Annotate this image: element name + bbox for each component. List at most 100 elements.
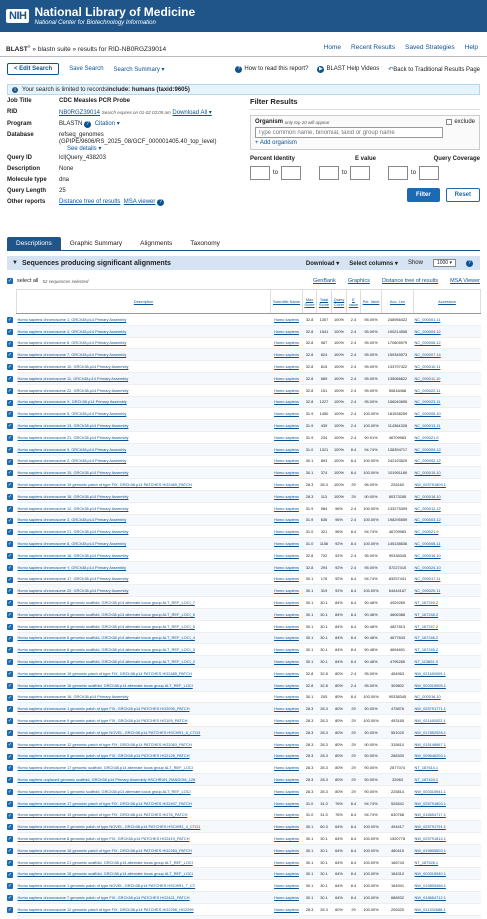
back-traditional-link[interactable]: ↶Back to Traditional Results Page — [388, 66, 480, 73]
distance-tree-link-2[interactable]: Distance tree of results — [382, 278, 438, 284]
qcov-to-input[interactable] — [419, 166, 440, 180]
organism-input[interactable] — [255, 127, 443, 138]
cell-accession[interactable]: NW_021160022.1 — [413, 714, 481, 727]
row-checkbox[interactable]: ✓ — [7, 482, 13, 489]
row-checkbox[interactable]: ✓ — [7, 576, 13, 583]
cell-scientific-name[interactable]: Homo sapiens — [270, 502, 303, 515]
cell-description[interactable]: Homo sapiens chromosome Y, GRCh38.p14 Pr… — [16, 561, 271, 574]
cell-scientific-name[interactable]: Homo sapiens — [270, 891, 303, 904]
table-row[interactable]: Homo sapiens chromosome 12 genomic patch… — [16, 738, 481, 751]
cell-accession[interactable]: NW_015148967.1 — [413, 738, 481, 751]
cell-description[interactable]: Homo sapiens chromosome 1 genomic patch … — [16, 702, 271, 716]
eval-from-input[interactable] — [319, 166, 340, 180]
col-header-total-score[interactable]: Total Score — [316, 289, 332, 314]
cell-accession[interactable]: NC_000016.10 — [413, 691, 481, 704]
table-row[interactable]: Homo sapiens chromosome 10, GRCh38.p14 P… — [16, 360, 481, 373]
cell-accession[interactable]: NT_167245.2 — [413, 643, 481, 657]
cell-accession[interactable]: NT_167246.2 — [413, 632, 481, 645]
table-row[interactable]: Homo sapiens chromosome 8 genomic patch … — [16, 832, 481, 845]
qcov-from-input[interactable] — [388, 166, 409, 180]
table-row[interactable]: Homo sapiens chromosome 21, GRCh38.p14 P… — [16, 525, 481, 539]
table-row[interactable]: Homo sapiens chromosome 20, GRCh38.p14 P… — [16, 584, 481, 598]
save-search-link[interactable]: Save Search — [69, 66, 103, 72]
cell-accession[interactable]: NC_000021.9 — [413, 525, 481, 539]
cell-description[interactable]: Homo sapiens chromosome 16, GRCh38.p14 P… — [16, 691, 271, 704]
cell-description[interactable]: Homo sapiens chromosome 6, GRCh38.p14 Pr… — [16, 337, 271, 350]
row-checkbox[interactable]: ✓ — [7, 446, 13, 453]
breadcrumb-blast[interactable]: BLAST — [6, 46, 28, 53]
col-header-scientific-name[interactable]: Scientific Name — [270, 289, 303, 314]
cell-scientific-name[interactable]: Homo sapiens — [270, 738, 303, 751]
see-details-link[interactable]: See details ▾ — [67, 146, 101, 152]
row-checkbox[interactable]: ✓ — [7, 553, 13, 559]
cell-description[interactable]: Homo sapiens chromosome 13, GRCh38.p14 P… — [16, 419, 271, 432]
cell-description[interactable]: Homo sapiens chromosome 6 genomic scaffo… — [16, 596, 271, 609]
cell-scientific-name[interactable]: Homo sapiens — [270, 407, 303, 421]
cell-description[interactable]: Homo sapiens chromosome 12 genomic patch… — [16, 738, 271, 751]
row-checkbox[interactable]: ✓ — [7, 387, 13, 394]
cell-scientific-name[interactable]: Homo sapiens — [270, 466, 303, 480]
row-checkbox[interactable]: ✓ — [7, 541, 13, 548]
cell-scientific-name[interactable]: Homo sapiens — [270, 797, 303, 810]
table-row[interactable]: Homo sapiens chromosome 1, GRCh38.p14 Pr… — [16, 313, 481, 326]
row-checkbox[interactable]: ✓ — [7, 895, 13, 902]
cell-scientific-name[interactable]: Homo sapiens — [270, 655, 303, 668]
cell-description[interactable]: Homo sapiens chromosome 16, GRCh38.p14 P… — [16, 549, 271, 562]
cell-description[interactable]: Homo sapiens chromosome 4, GRCh38.p14 Pr… — [16, 325, 271, 338]
cell-scientific-name[interactable]: Homo sapiens — [270, 879, 303, 893]
row-checkbox[interactable]: ✓ — [7, 871, 13, 878]
cell-accession[interactable]: NW_011332688.1 — [413, 903, 481, 916]
cell-description[interactable]: Homo sapiens chromosome 15, GRCh38.p14 P… — [16, 466, 271, 480]
cell-description[interactable]: Homo sapiens chromosome 1, GRCh38.p14 Pr… — [16, 313, 271, 326]
table-row[interactable]: Homo sapiens chromosome 7 genomic patch … — [16, 891, 481, 904]
cell-description[interactable]: Homo sapiens chromosome 20, GRCh38.p14 P… — [16, 584, 271, 598]
row-checkbox[interactable]: ✓ — [7, 352, 13, 359]
col-header-e-value[interactable]: E value — [346, 289, 361, 314]
row-checkbox[interactable]: ✓ — [7, 494, 13, 500]
cell-description[interactable]: Homo sapiens chromosome 17 genomic scaff… — [16, 761, 271, 775]
nav-recent-results[interactable]: Recent Results — [351, 44, 395, 51]
table-row[interactable]: Homo sapiens chromosome 13, GRCh38.p14 P… — [16, 419, 481, 432]
cell-accession[interactable]: NW_019805503.1 — [413, 844, 481, 857]
cell-scientific-name[interactable]: Homo sapiens — [270, 525, 303, 539]
cell-description[interactable]: Homo sapiens chromosome 6 genomic scaffo… — [16, 620, 271, 633]
row-checkbox[interactable]: ✓ — [7, 600, 13, 607]
cell-description[interactable]: Homo sapiens chromosome 6 genomic scaffo… — [16, 608, 271, 621]
row-checkbox[interactable]: ✓ — [7, 623, 13, 630]
cell-accession[interactable]: NW_018654717.1 — [413, 808, 481, 822]
table-row[interactable]: Homo sapiens chromosome 2 genomic patch … — [16, 820, 481, 834]
row-checkbox[interactable]: ✓ — [7, 812, 13, 819]
cell-scientific-name[interactable]: Homo sapiens — [270, 714, 303, 727]
cell-accession[interactable]: NW_018654712.1 — [413, 891, 481, 904]
cell-accession[interactable]: NC_000012.12 — [413, 502, 481, 515]
table-row[interactable]: Homo sapiens chromosome 5 genomic scaffo… — [16, 915, 481, 919]
table-row[interactable]: Homo sapiens chromosome 16 genomic scaff… — [16, 679, 481, 692]
cell-scientific-name[interactable]: Homo sapiens — [270, 490, 303, 503]
row-checkbox[interactable]: ✓ — [7, 682, 13, 689]
row-checkbox[interactable]: ✓ — [7, 376, 13, 382]
cell-accession[interactable]: NT_187528.1 — [413, 856, 481, 869]
cell-scientific-name[interactable]: Homo sapiens — [270, 325, 303, 338]
row-checkbox[interactable]: ✓ — [7, 517, 13, 524]
cell-description[interactable]: Homo sapiens chromosome 21, GRCh38.p14 P… — [16, 525, 271, 539]
cell-scientific-name[interactable]: Homo sapiens — [270, 726, 303, 739]
cell-description[interactable]: Homo sapiens chromosome 21 genomic scaff… — [16, 856, 271, 869]
cell-description[interactable]: Homo sapiens chromosome 1 genomic patch … — [16, 879, 271, 893]
nlm-title[interactable]: National Library of Medicine National Ce… — [34, 5, 195, 27]
cell-description[interactable]: Homo sapiens chromosome X, GRCh38.p14 Pr… — [16, 396, 271, 409]
cell-scientific-name[interactable]: Homo sapiens — [270, 337, 303, 350]
cell-accession[interactable]: NC_000001.11 — [413, 313, 481, 326]
cell-scientific-name[interactable]: Homo sapiens — [270, 443, 303, 456]
cell-scientific-name[interactable]: Homo sapiens — [270, 867, 303, 881]
cell-scientific-name[interactable]: Homo sapiens — [270, 761, 303, 775]
row-checkbox[interactable]: ✓ — [7, 470, 13, 477]
cell-accession[interactable]: NT_167424.1 — [413, 773, 481, 786]
select-columns-dropdown[interactable]: Select columns ▾ — [349, 260, 398, 267]
row-checkbox[interactable]: ✓ — [7, 741, 13, 748]
cell-accession[interactable]: NT_187614.1 — [413, 761, 481, 775]
row-checkbox[interactable]: ✓ — [7, 789, 13, 795]
cell-accession[interactable]: NC_000023.11 — [413, 396, 481, 409]
cell-scientific-name[interactable]: Homo sapiens — [270, 773, 303, 786]
col-header-description[interactable]: Description — [16, 289, 271, 314]
cell-accession[interactable]: NC_000007.14 — [413, 348, 481, 362]
